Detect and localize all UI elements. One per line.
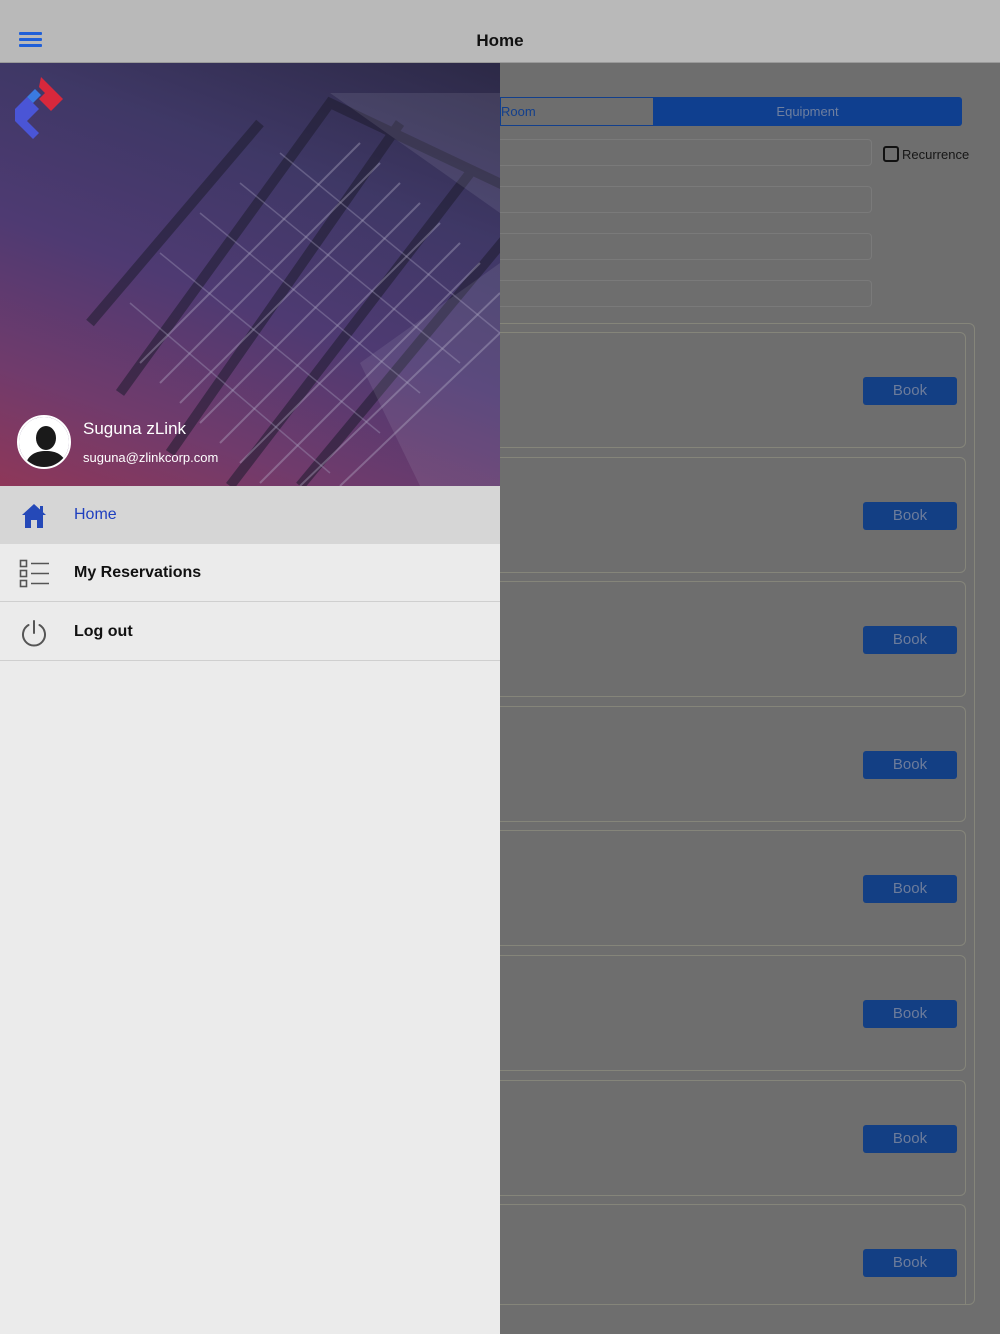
recurrence-label: Recurrence — [902, 146, 970, 162]
drawer-item-log-out[interactable]: Log out — [0, 603, 500, 661]
resource-card: Book — [500, 457, 966, 573]
top-nav-bar: Home — [0, 0, 1000, 63]
user-email: suguna@zlinkcorp.com — [83, 450, 219, 465]
book-button[interactable]: Book — [863, 751, 957, 779]
page-title: Home — [476, 31, 524, 50]
book-button[interactable]: Book — [863, 377, 957, 405]
list-icon — [19, 559, 49, 588]
book-button[interactable]: Book — [863, 626, 957, 654]
resource-card: Book — [500, 332, 966, 448]
recurrence-checkbox[interactable]: Recurrence — [883, 146, 969, 162]
menu-separator — [0, 661, 14, 662]
checkbox-icon[interactable] — [883, 146, 899, 162]
tab-equipment[interactable]: Equipment — [653, 97, 962, 126]
book-button[interactable]: Book — [863, 502, 957, 530]
home-icon — [22, 504, 46, 528]
drawer-item-home[interactable]: Home — [0, 486, 500, 544]
book-button[interactable]: Book — [863, 875, 957, 903]
book-button[interactable]: Book — [863, 1249, 957, 1277]
book-button[interactable]: Book — [863, 1000, 957, 1028]
drawer-item-label: My Reservations — [74, 564, 202, 581]
drawer-item-label: Log out — [74, 623, 133, 640]
main-content: Room Equipment Recurrence Book Book Book… — [500, 63, 1000, 1334]
resource-card: Book — [500, 1204, 966, 1304]
avatar — [17, 415, 71, 469]
drawer-header: Suguna zLink suguna@zlinkcorp.com — [0, 63, 500, 486]
resource-card: Book — [500, 581, 966, 697]
resource-type-segmented-control: Room Equipment — [500, 97, 962, 126]
building-background-image — [86, 93, 500, 486]
side-drawer: Suguna zLink suguna@zlinkcorp.com Home M… — [0, 63, 500, 1334]
company-logo — [15, 77, 63, 139]
book-button[interactable]: Book — [863, 1125, 957, 1153]
drawer-item-my-reservations[interactable]: My Reservations — [0, 544, 500, 602]
power-icon — [22, 620, 46, 647]
drawer-item-label: Home — [74, 506, 117, 523]
location-field[interactable] — [500, 280, 872, 307]
tab-room[interactable]: Room — [500, 97, 653, 126]
user-name: Suguna zLink — [83, 419, 187, 438]
start-time-field[interactable] — [500, 186, 872, 213]
resource-card: Book — [500, 1080, 966, 1196]
end-time-field[interactable] — [500, 233, 872, 260]
resource-card: Book — [500, 955, 966, 1071]
resource-card: Book — [500, 830, 966, 946]
date-field[interactable] — [500, 139, 872, 166]
resource-card: Book — [500, 706, 966, 822]
